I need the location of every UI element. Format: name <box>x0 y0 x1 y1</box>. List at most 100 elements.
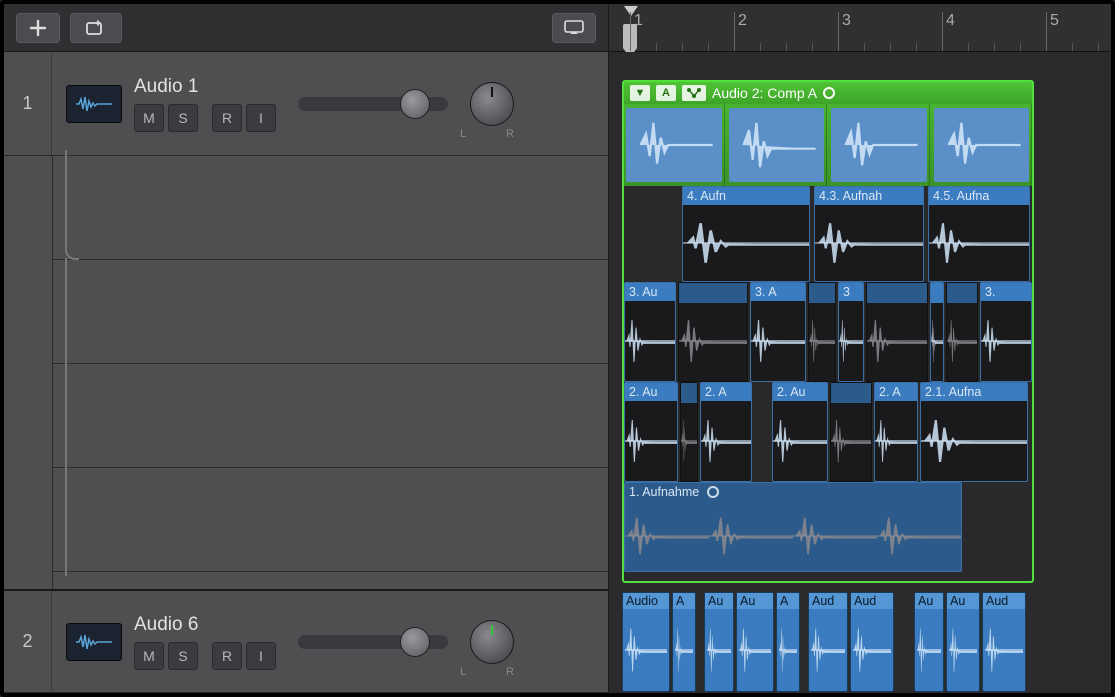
waveform-icon <box>679 303 747 379</box>
waveform-icon <box>626 108 722 182</box>
track-header-2[interactable]: 2 Audio 6 M S R I <box>4 589 608 693</box>
take-row[interactable]: 1. Aufnahme <box>624 482 1032 572</box>
take-region[interactable]: 3 <box>838 282 864 382</box>
record-enable-button[interactable]: R <box>212 104 242 132</box>
app-root: 1 Audio 1 M S R I <box>4 4 1111 693</box>
pan-knob[interactable] <box>470 82 514 126</box>
comp-a-button[interactable]: A <box>656 85 676 101</box>
take-region[interactable] <box>946 282 978 382</box>
ruler-bar-label: 3 <box>838 12 851 51</box>
waveform-icon <box>853 611 891 689</box>
track-toolbar <box>4 4 608 52</box>
region-label: 3 <box>839 283 863 301</box>
audio-region[interactable]: A <box>776 592 800 692</box>
pan-l-label: L <box>460 666 466 678</box>
region-label <box>679 283 747 303</box>
take-region[interactable]: 3. A <box>750 282 806 382</box>
track2-regions[interactable]: AudioAAuAuAAudAudAuAuAud <box>622 592 1040 692</box>
ruler-bar-label: 2 <box>734 12 747 51</box>
slider-thumb[interactable] <box>400 89 430 119</box>
take-region[interactable] <box>866 282 928 382</box>
audio-region[interactable]: Au <box>736 592 774 692</box>
audio-region[interactable]: Au <box>914 592 944 692</box>
audio-region[interactable]: Aud <box>982 592 1026 692</box>
take-row[interactable]: 3. Au 3. A 3 3. <box>624 282 1032 382</box>
track-header-config-button[interactable] <box>552 13 596 43</box>
take-row[interactable]: 4. Aufn4.3. Aufnah4.5. Aufna <box>624 186 1032 282</box>
solo-button[interactable]: S <box>168 104 198 132</box>
waveform-icon <box>739 611 771 689</box>
audio-region[interactable]: Au <box>946 592 980 692</box>
take-lane[interactable] <box>53 156 608 260</box>
take-region[interactable] <box>808 282 836 382</box>
audio-region[interactable]: Audio <box>622 592 670 692</box>
take-region[interactable]: 2. Au <box>624 382 678 482</box>
take-region[interactable]: 3. <box>980 282 1032 382</box>
take-region[interactable]: 1. Aufnahme <box>624 482 962 572</box>
tracks-area: 1 Audio 1 M S R I <box>4 52 608 693</box>
waveform-icon <box>683 207 809 279</box>
audio-region[interactable]: A <box>672 592 696 692</box>
audio-region[interactable]: Au <box>704 592 734 692</box>
take-region[interactable] <box>930 282 944 382</box>
waveform-icon <box>625 503 961 569</box>
take-region[interactable] <box>678 282 748 382</box>
waveform-icon <box>831 403 871 479</box>
comp-title: Audio 2: Comp A <box>712 85 817 101</box>
waveform-icon <box>681 403 697 479</box>
take-region[interactable]: 2. A <box>874 382 918 482</box>
track-number: 2 <box>4 591 52 692</box>
comp-waveform[interactable] <box>624 104 1032 186</box>
disclosure-icon[interactable]: ▼ <box>630 85 650 101</box>
take-region[interactable]: 2. A <box>700 382 752 482</box>
comp-header[interactable]: ▼ A Audio 2: Comp A <box>624 82 1032 104</box>
arrange-area[interactable]: ▼ A Audio 2: Comp A 4. Aufn4.3. Aufnah4.… <box>609 52 1111 693</box>
input-monitor-button[interactable]: I <box>246 642 276 670</box>
region-label: Audio <box>623 593 669 609</box>
take-region[interactable]: 3. Au <box>624 282 676 382</box>
take-region[interactable]: 4.5. Aufna <box>928 186 1030 282</box>
pan-l-label: L <box>460 128 466 140</box>
audio-track-icon <box>66 85 122 123</box>
take-lane[interactable] <box>53 468 608 572</box>
volume-slider[interactable] <box>298 97 448 111</box>
audio-region[interactable]: Aud <box>808 592 848 692</box>
input-monitor-button[interactable]: I <box>246 104 276 132</box>
take-region[interactable]: 4. Aufn <box>682 186 810 282</box>
volume-slider[interactable] <box>298 635 448 649</box>
take-region[interactable]: 2.1. Aufna <box>920 382 1028 482</box>
take-region[interactable]: 4.3. Aufnah <box>814 186 924 282</box>
quick-swipe-icon[interactable] <box>682 85 706 101</box>
slider-thumb[interactable] <box>400 627 430 657</box>
waveform-icon <box>625 303 675 379</box>
region-label: 1. Aufnahme <box>625 483 961 501</box>
region-label: 2. A <box>701 383 751 401</box>
track-header-1[interactable]: 1 Audio 1 M S R I <box>4 52 608 156</box>
solo-button[interactable]: S <box>168 642 198 670</box>
add-button[interactable] <box>16 13 60 43</box>
track-number: 1 <box>4 52 52 155</box>
waveform-icon <box>831 108 927 182</box>
take-region[interactable] <box>680 382 698 482</box>
region-label: 2. Au <box>773 383 827 401</box>
take-lane[interactable] <box>53 364 608 468</box>
waveform-icon <box>985 611 1023 689</box>
take-lane[interactable] <box>53 260 608 364</box>
mute-button[interactable]: M <box>134 642 164 670</box>
loop-indicator-icon <box>707 486 719 498</box>
take-row[interactable]: 2. Au2. A2. Au2. A2.1. Aufna <box>624 382 1032 482</box>
mute-button[interactable]: M <box>134 104 164 132</box>
add-track-with-duplicate-button[interactable] <box>70 13 122 43</box>
track-name[interactable]: Audio 6 <box>134 614 276 636</box>
waveform-icon <box>707 611 731 689</box>
timeline-ruler[interactable]: 12345 <box>609 4 1111 52</box>
record-enable-button[interactable]: R <box>212 642 242 670</box>
take-folder-region[interactable]: ▼ A Audio 2: Comp A 4. Aufn4.3. Aufnah4.… <box>622 80 1034 583</box>
waveform-icon <box>811 611 845 689</box>
pan-knob[interactable] <box>470 620 514 664</box>
region-label: Au <box>947 593 979 609</box>
take-region[interactable] <box>830 382 872 482</box>
take-region[interactable]: 2. Au <box>772 382 828 482</box>
audio-region[interactable]: Aud <box>850 592 894 692</box>
track-name[interactable]: Audio 1 <box>134 76 276 98</box>
